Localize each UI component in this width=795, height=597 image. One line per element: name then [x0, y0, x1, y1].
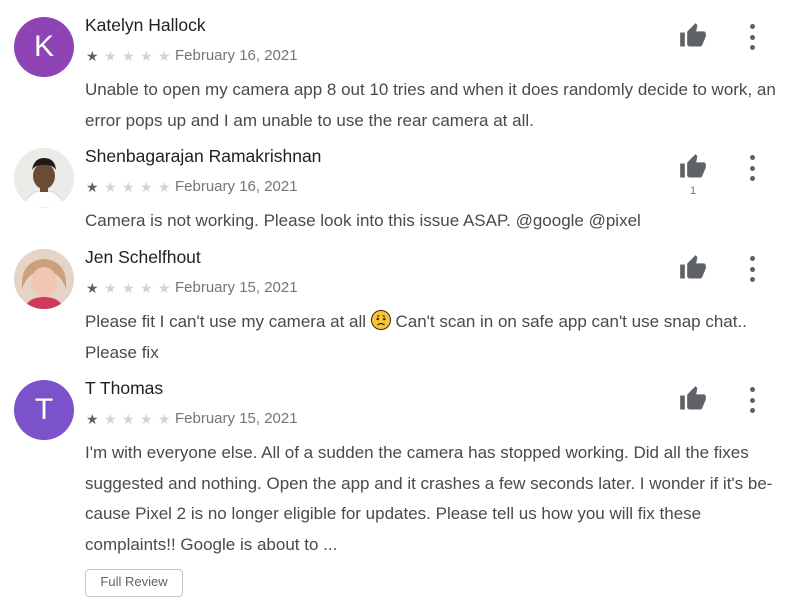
star-icon: ★	[158, 179, 171, 195]
star-icon: ★	[104, 48, 117, 64]
avatar	[14, 249, 74, 309]
star-icon: ★	[140, 280, 153, 296]
star-icon: ★	[122, 48, 135, 64]
review-text: I'm with everyone else. All of a sudden …	[85, 443, 773, 554]
thumbs-up-icon[interactable]	[678, 22, 708, 50]
star-icon: ★	[158, 48, 171, 64]
star-icon: ★	[86, 48, 99, 64]
star-icon: ★	[122, 280, 135, 296]
reviewer-name: T Thomas	[85, 378, 164, 398]
star-rating: ★ ★ ★ ★ ★	[86, 281, 175, 295]
worried-face-emoji	[370, 310, 391, 330]
thumbs-up-icon[interactable]	[678, 385, 708, 413]
full-review-button[interactable]: Full Review	[85, 569, 183, 597]
avatar: T	[14, 380, 74, 440]
helpful-count: 1	[689, 185, 697, 197]
review-text: Please fit I can't use my camera at all …	[85, 307, 785, 368]
star-icon: ★	[140, 48, 153, 64]
review-text: Unable to open my camera app 8 out 10 tr…	[85, 80, 776, 130]
star-icon: ★	[86, 280, 99, 296]
review-date: February 15, 2021	[175, 410, 298, 427]
star-icon: ★	[86, 179, 99, 195]
star-rating: ★ ★ ★ ★ ★	[86, 412, 175, 426]
review-date: February 16, 2021	[175, 178, 298, 195]
star-icon: ★	[104, 179, 117, 195]
more-options-icon[interactable]	[742, 155, 762, 181]
star-icon: ★	[122, 179, 135, 195]
review-text-part: Please fit I can't use my camera at all	[85, 312, 371, 331]
avatar	[14, 148, 74, 208]
reviewer-name: Shenbagarajan Ramakrishnan	[85, 146, 322, 166]
reviewer-name: Katelyn Hallock	[85, 15, 206, 35]
star-icon: ★	[104, 411, 117, 427]
review-date: February 16, 2021	[175, 47, 298, 64]
star-rating: ★ ★ ★ ★ ★	[86, 49, 175, 63]
star-icon: ★	[158, 411, 171, 427]
star-icon: ★	[104, 280, 117, 296]
star-icon: ★	[122, 411, 135, 427]
star-icon: ★	[140, 411, 153, 427]
more-options-icon[interactable]	[742, 256, 762, 282]
star-icon: ★	[158, 280, 171, 296]
more-options-icon[interactable]	[742, 387, 762, 413]
more-options-icon[interactable]	[742, 24, 762, 50]
reviewer-name: Jen Schelfhout	[85, 247, 201, 267]
thumbs-up-icon[interactable]	[678, 254, 708, 282]
review-date: February 15, 2021	[175, 279, 298, 296]
review-text: Camera is not working. Please look into …	[85, 211, 641, 230]
star-icon: ★	[140, 179, 153, 195]
star-icon: ★	[86, 411, 99, 427]
star-rating: ★ ★ ★ ★ ★	[86, 180, 175, 194]
thumbs-up-icon[interactable]	[678, 153, 708, 181]
avatar: K	[14, 17, 74, 77]
